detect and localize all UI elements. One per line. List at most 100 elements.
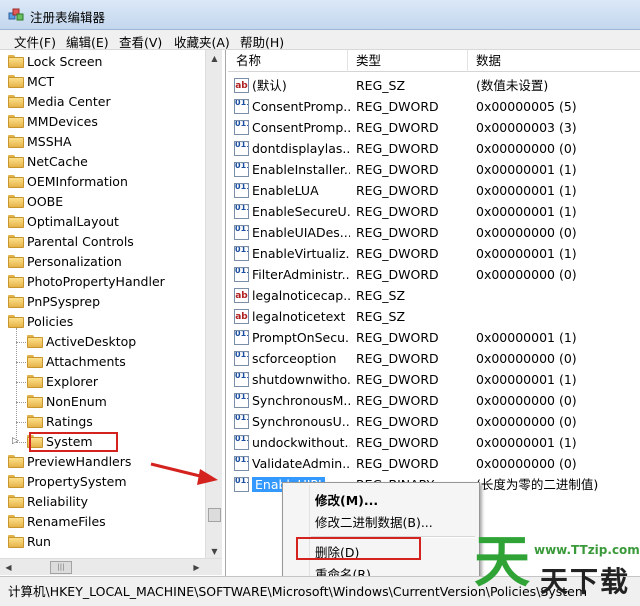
tree-item[interactable]: OEMInformation — [0, 172, 205, 192]
scroll-left-arrow-icon[interactable]: ◀ — [0, 559, 17, 576]
tree-item[interactable]: PhotoPropertyHandler — [0, 272, 205, 292]
value-row[interactable]: ab legalnoticetext REG_SZ — [228, 306, 640, 327]
value-type: REG_DWORD — [356, 330, 439, 345]
value-data: 0x00000001 (1) — [476, 204, 577, 219]
context-modify[interactable]: 修改(M)... — [315, 490, 378, 509]
folder-icon — [8, 515, 24, 528]
folder-icon — [8, 235, 24, 248]
value-row[interactable]: 011 110ConsentPromp... REG_DWORD 0x0000000… — [228, 96, 640, 117]
tree-item-label: MMDevices — [27, 114, 98, 129]
value-name: scforceoption — [252, 351, 337, 366]
tree-item[interactable]: MCT — [0, 72, 205, 92]
highlight-delete-item — [296, 537, 421, 560]
value-data: 0x00000001 (1) — [476, 246, 577, 261]
value-row[interactable]: 011 110PromptOnSecu... REG_DWORD 0x0000000… — [228, 327, 640, 348]
value-data: 0x00000000 (0) — [476, 393, 577, 408]
tree-item[interactable]: Personalization — [0, 252, 205, 272]
tree-item[interactable]: RenameFiles — [0, 512, 205, 532]
column-header-name[interactable]: 名称 — [228, 50, 348, 72]
value-row[interactable]: 011 110ConsentPromp... REG_DWORD 0x0000000… — [228, 117, 640, 138]
value-row[interactable]: 011 110EnableLUA REG_DWORD 0x00000001 (1) — [228, 180, 640, 201]
tree-item-label: OptimalLayout — [27, 214, 119, 229]
watermark-subtitle: 天下载 — [540, 565, 631, 598]
tree-item[interactable]: NonEnum — [0, 392, 205, 412]
scroll-thumb[interactable] — [208, 508, 221, 522]
tree-item[interactable]: Parental Controls — [0, 232, 205, 252]
context-menu: 修改(M)... 修改二进制数据(B)... 删除(D) 重命名(R) — [282, 482, 480, 586]
folder-icon — [8, 55, 24, 68]
tree-item[interactable]: ActiveDesktop — [0, 332, 205, 352]
tree-item-label: MCT — [27, 74, 55, 89]
tree-item[interactable]: MSSHA — [0, 132, 205, 152]
value-type: REG_DWORD — [356, 456, 439, 471]
tree-item[interactable]: Attachments — [0, 352, 205, 372]
tree-item-label: Parental Controls — [27, 234, 134, 249]
value-row[interactable]: 011 110EnableUIADes... REG_DWORD 0x0000000… — [228, 222, 640, 243]
tree-item[interactable]: Reliability — [0, 492, 205, 512]
value-name: SynchronousM... — [252, 393, 350, 408]
tree-item[interactable]: OOBE — [0, 192, 205, 212]
red-arrow-icon — [150, 462, 218, 485]
value-row[interactable]: 011 110EnableSecureU... REG_DWORD 0x000000… — [228, 201, 640, 222]
scroll-up-arrow-icon[interactable]: ▲ — [206, 50, 223, 67]
menu-file[interactable]: 文件(F) — [14, 32, 56, 51]
binary-value-icon: 011 110 — [234, 456, 249, 471]
tree-item[interactable]: OptimalLayout — [0, 212, 205, 232]
value-row[interactable]: 011 110SynchronousU... REG_DWORD 0x0000000… — [228, 411, 640, 432]
folder-icon — [8, 215, 24, 228]
folder-icon — [8, 175, 24, 188]
value-row[interactable]: 011 110ValidateAdmin... REG_DWORD 0x000000… — [228, 453, 640, 474]
scroll-thumb-horizontal[interactable]: ||| — [50, 561, 72, 574]
tree-item[interactable]: PnPSysprep — [0, 292, 205, 312]
menu-favorites[interactable]: 收藏夹(A) — [174, 32, 230, 51]
folder-icon — [8, 295, 24, 308]
tree-item[interactable]: Policies — [0, 312, 205, 332]
tree-item[interactable]: Lock Screen — [0, 52, 205, 72]
highlight-system-key — [29, 432, 118, 452]
tree-connector — [16, 402, 26, 403]
value-name: ValidateAdmin... — [252, 456, 350, 471]
folder-icon — [27, 415, 43, 428]
value-row[interactable]: ab (默认) REG_SZ (数值未设置) — [228, 75, 640, 96]
key-tree-pane[interactable]: ▲ ▼ ◀ ||| ▶ Lock Screen MCT Media Center MM… — [0, 50, 226, 576]
value-row[interactable]: 011 110EnableVirtualiz... REG_DWORD 0x0000… — [228, 243, 640, 264]
value-row[interactable]: 011 110scforceoption REG_DWORD 0x00000000 … — [228, 348, 640, 369]
tree-item[interactable]: Media Center — [0, 92, 205, 112]
value-data: 0x00000000 (0) — [476, 225, 577, 240]
regedit-app-icon — [8, 8, 24, 21]
value-data: 0x00000000 (0) — [476, 414, 577, 429]
value-row[interactable]: 011 110undockwithout... REG_DWORD 0x000000… — [228, 432, 640, 453]
binary-value-icon: 011 110 — [234, 204, 249, 219]
tree-item[interactable]: NetCache — [0, 152, 205, 172]
binary-value-icon: 011 110 — [234, 225, 249, 240]
tree-item[interactable]: Run — [0, 532, 205, 552]
scroll-right-arrow-icon[interactable]: ▶ — [188, 559, 205, 576]
column-header-data[interactable]: 数据 — [468, 50, 640, 72]
value-row[interactable]: 011 110dontdisplaylas... REG_DWORD 0x00000… — [228, 138, 640, 159]
value-row[interactable]: 011 110EnableInstaller... REG_DWORD 0x0000… — [228, 159, 640, 180]
tree-item[interactable]: Explorer — [0, 372, 205, 392]
tree-horizontal-scrollbar[interactable]: ◀ ||| ▶ — [0, 558, 222, 575]
value-row[interactable]: 011 110FilterAdministr... REG_DWORD 0x0000… — [228, 264, 640, 285]
value-type: REG_DWORD — [356, 414, 439, 429]
tree-item[interactable]: MMDevices — [0, 112, 205, 132]
tree-item[interactable]: Ratings — [0, 412, 205, 432]
binary-value-icon: 011 110 — [234, 414, 249, 429]
menu-edit[interactable]: 编辑(E) — [66, 32, 109, 51]
title-bar[interactable]: 注册表编辑器 — [0, 0, 640, 30]
value-name: SynchronousU... — [252, 414, 350, 429]
value-row[interactable]: 011 110shutdownwitho... REG_DWORD 0x000000… — [228, 369, 640, 390]
value-row[interactable]: 011 110SynchronousM... REG_DWORD 0x0000000… — [228, 390, 640, 411]
binary-value-icon: 011 110 — [234, 372, 249, 387]
tree-item-label: OOBE — [27, 194, 64, 209]
context-modify-binary[interactable]: 修改二进制数据(B)... — [315, 512, 433, 531]
binary-value-icon: 011 110 — [234, 183, 249, 198]
string-value-icon: ab — [234, 78, 249, 93]
value-type: REG_DWORD — [356, 225, 439, 240]
column-header-type[interactable]: 类型 — [348, 50, 468, 72]
folder-icon — [8, 275, 24, 288]
value-row[interactable]: ab legalnoticecap... REG_SZ — [228, 285, 640, 306]
menu-help[interactable]: 帮助(H) — [240, 32, 284, 51]
menu-view[interactable]: 查看(V) — [119, 32, 162, 51]
tree-item-label: NetCache — [27, 154, 88, 169]
